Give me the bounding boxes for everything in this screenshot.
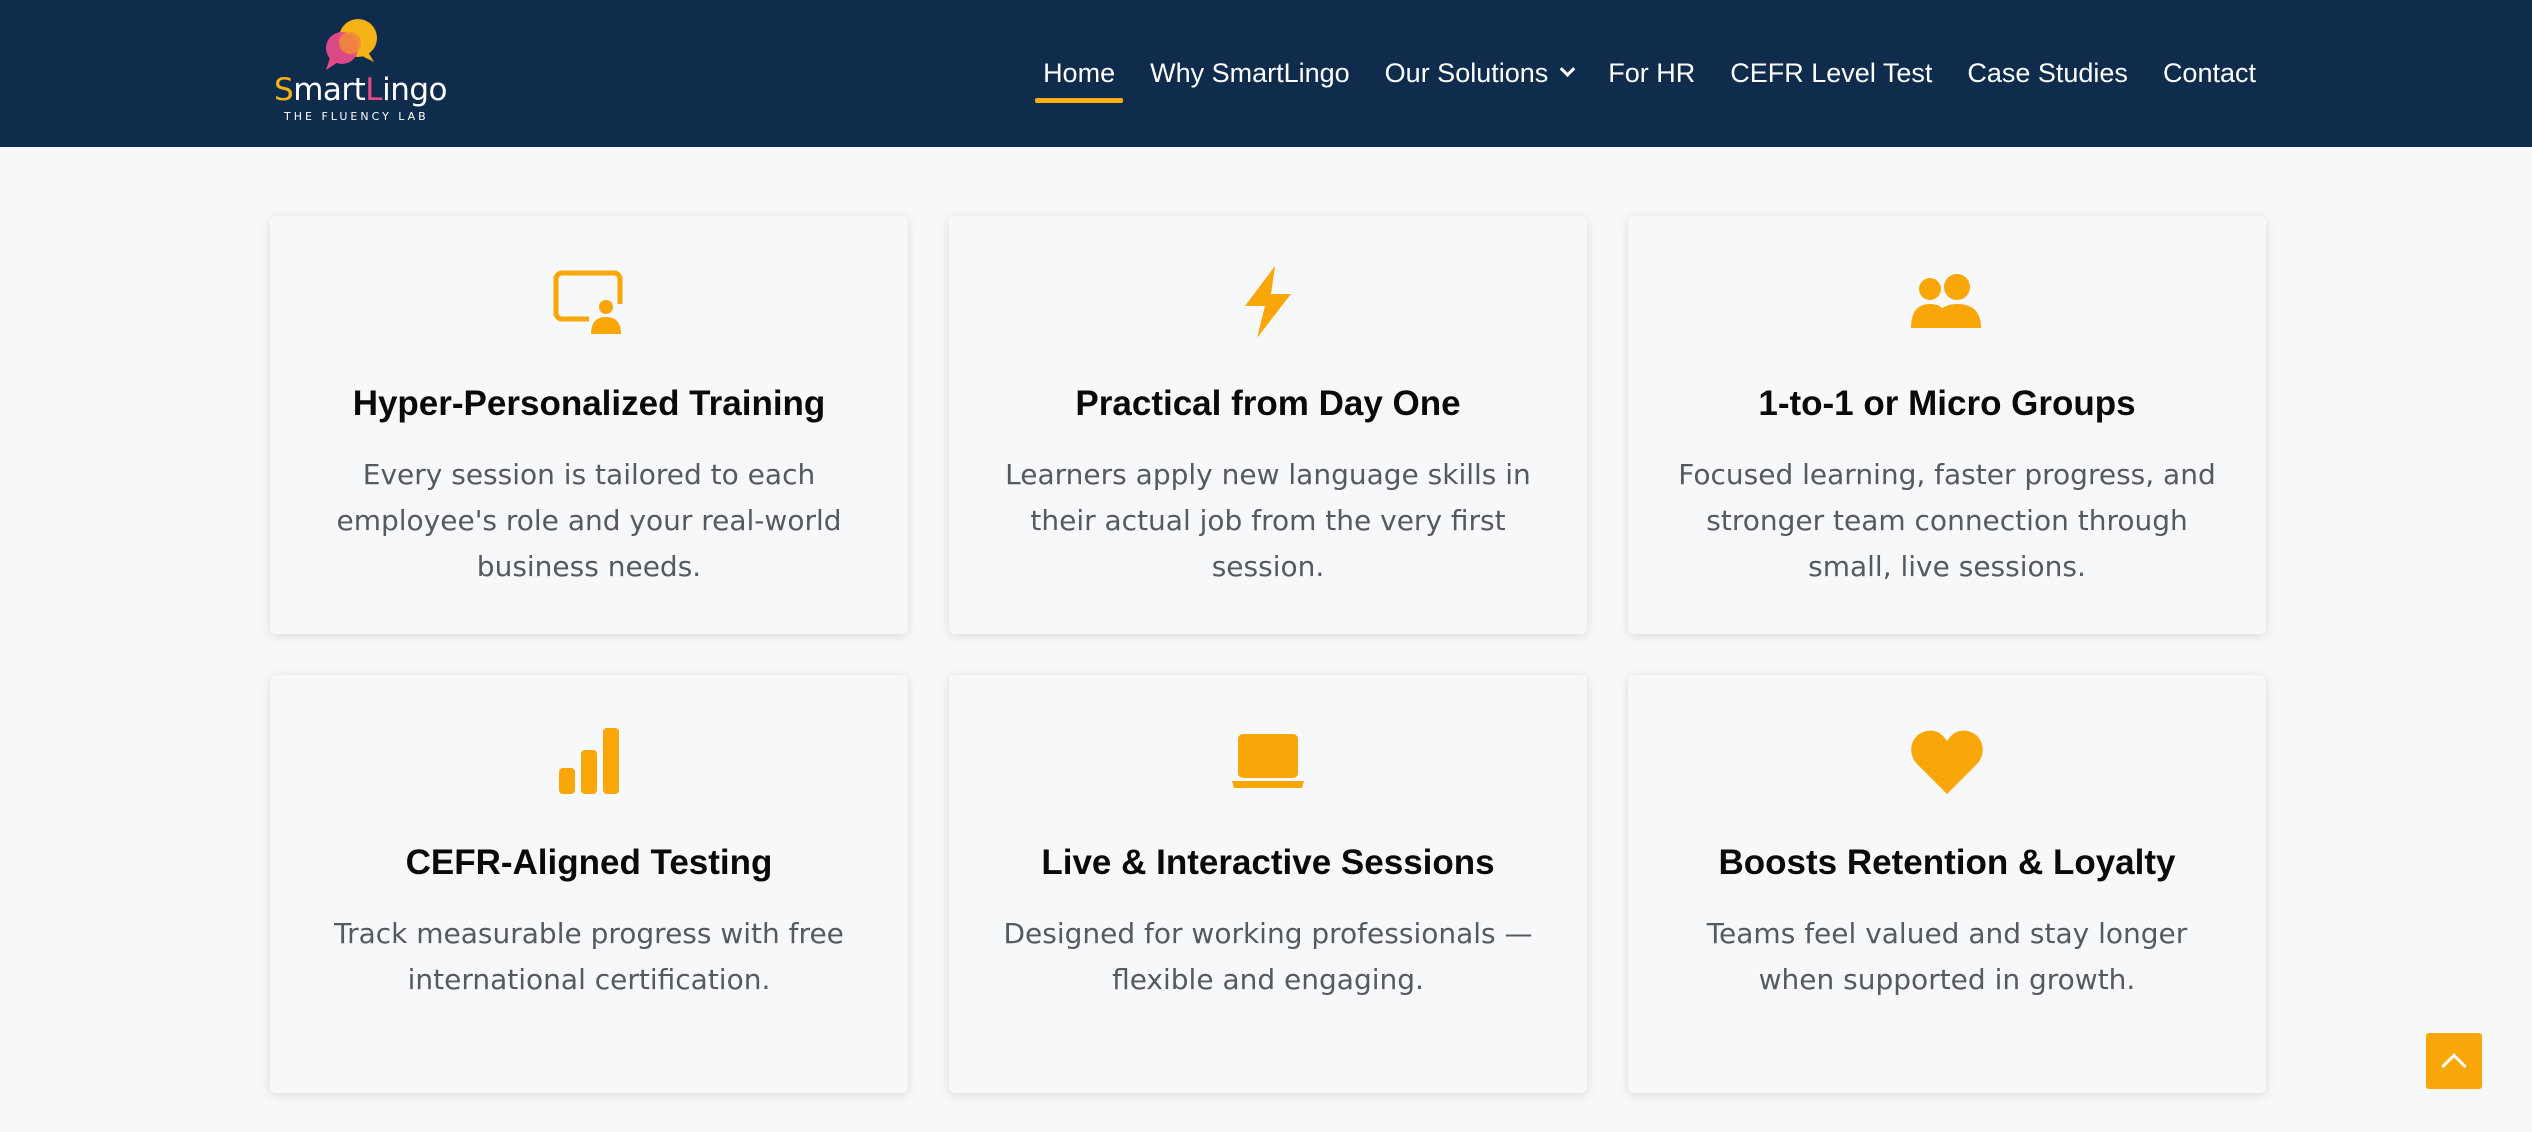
nav-why-smartlingo[interactable]: Why SmartLingo (1150, 46, 1350, 101)
scroll-to-top-button[interactable] (2426, 1033, 2482, 1089)
nav-case-studies[interactable]: Case Studies (1967, 46, 2128, 101)
speech-bubbles-logo-icon (326, 19, 377, 70)
feature-card-retention: Boosts Retention & Loyalty Teams feel va… (1628, 675, 2266, 1093)
smartlingo-logo[interactable]: SmartLingo THE FLUENCY LAB (272, 18, 447, 128)
nav-cefr-level-test[interactable]: CEFR Level Test (1730, 46, 1932, 101)
presentation-user-icon (553, 270, 625, 334)
nav-our-solutions[interactable]: Our Solutions (1385, 46, 1576, 101)
chevron-down-icon (1559, 61, 1576, 78)
users-icon (1911, 274, 1981, 328)
feature-description: Learners apply new language skills in th… (1005, 458, 1531, 583)
laptop-icon (1232, 734, 1304, 788)
feature-card-practical: Practical from Day One Learners apply ne… (949, 216, 1587, 634)
feature-title: Practical from Day One (1075, 384, 1461, 423)
feature-description: Designed for working professionals — fle… (1003, 917, 1533, 996)
nav-for-hr[interactable]: For HR (1608, 46, 1695, 101)
feature-description: Track measurable progress with free inte… (334, 917, 844, 996)
main-nav: Home Why SmartLingo Our Solutions For HR… (1008, 0, 2256, 147)
feature-card-live: Live & Interactive Sessions Designed for… (949, 675, 1587, 1093)
logo-wordmark: SmartLingo (274, 72, 447, 108)
chevron-up-icon (2441, 1053, 2467, 1079)
feature-card-cefr: CEFR-Aligned Testing Track measurable pr… (270, 675, 908, 1093)
feature-title: Boosts Retention & Loyalty (1718, 843, 2176, 882)
feature-description: Every session is tailored to each employ… (336, 458, 842, 583)
feature-title: Live & Interactive Sessions (1041, 843, 1495, 882)
features-grid: Hyper-Personalized Training Every sessio… (270, 216, 2266, 1093)
feature-description: Teams feel valued and stay longer when s… (1706, 917, 2188, 996)
heart-icon (1911, 730, 1983, 794)
lightning-icon (1245, 266, 1291, 338)
feature-title: 1-to-1 or Micro Groups (1758, 384, 2136, 423)
nav-contact[interactable]: Contact (2163, 46, 2256, 101)
feature-description: Focused learning, faster progress, and s… (1678, 458, 2216, 583)
logo-tagline: THE FLUENCY LAB (284, 110, 429, 123)
feature-title: Hyper-Personalized Training (352, 384, 826, 423)
nav-home[interactable]: Home (1035, 46, 1124, 103)
bar-chart-icon (559, 728, 619, 794)
feature-title: CEFR-Aligned Testing (405, 843, 773, 882)
top-navbar: SmartLingo THE FLUENCY LAB Home Why Smar… (0, 0, 2532, 147)
feature-card-personalized: Hyper-Personalized Training Every sessio… (270, 216, 908, 634)
feature-card-groups: 1-to-1 or Micro Groups Focused learning,… (1628, 216, 2266, 634)
